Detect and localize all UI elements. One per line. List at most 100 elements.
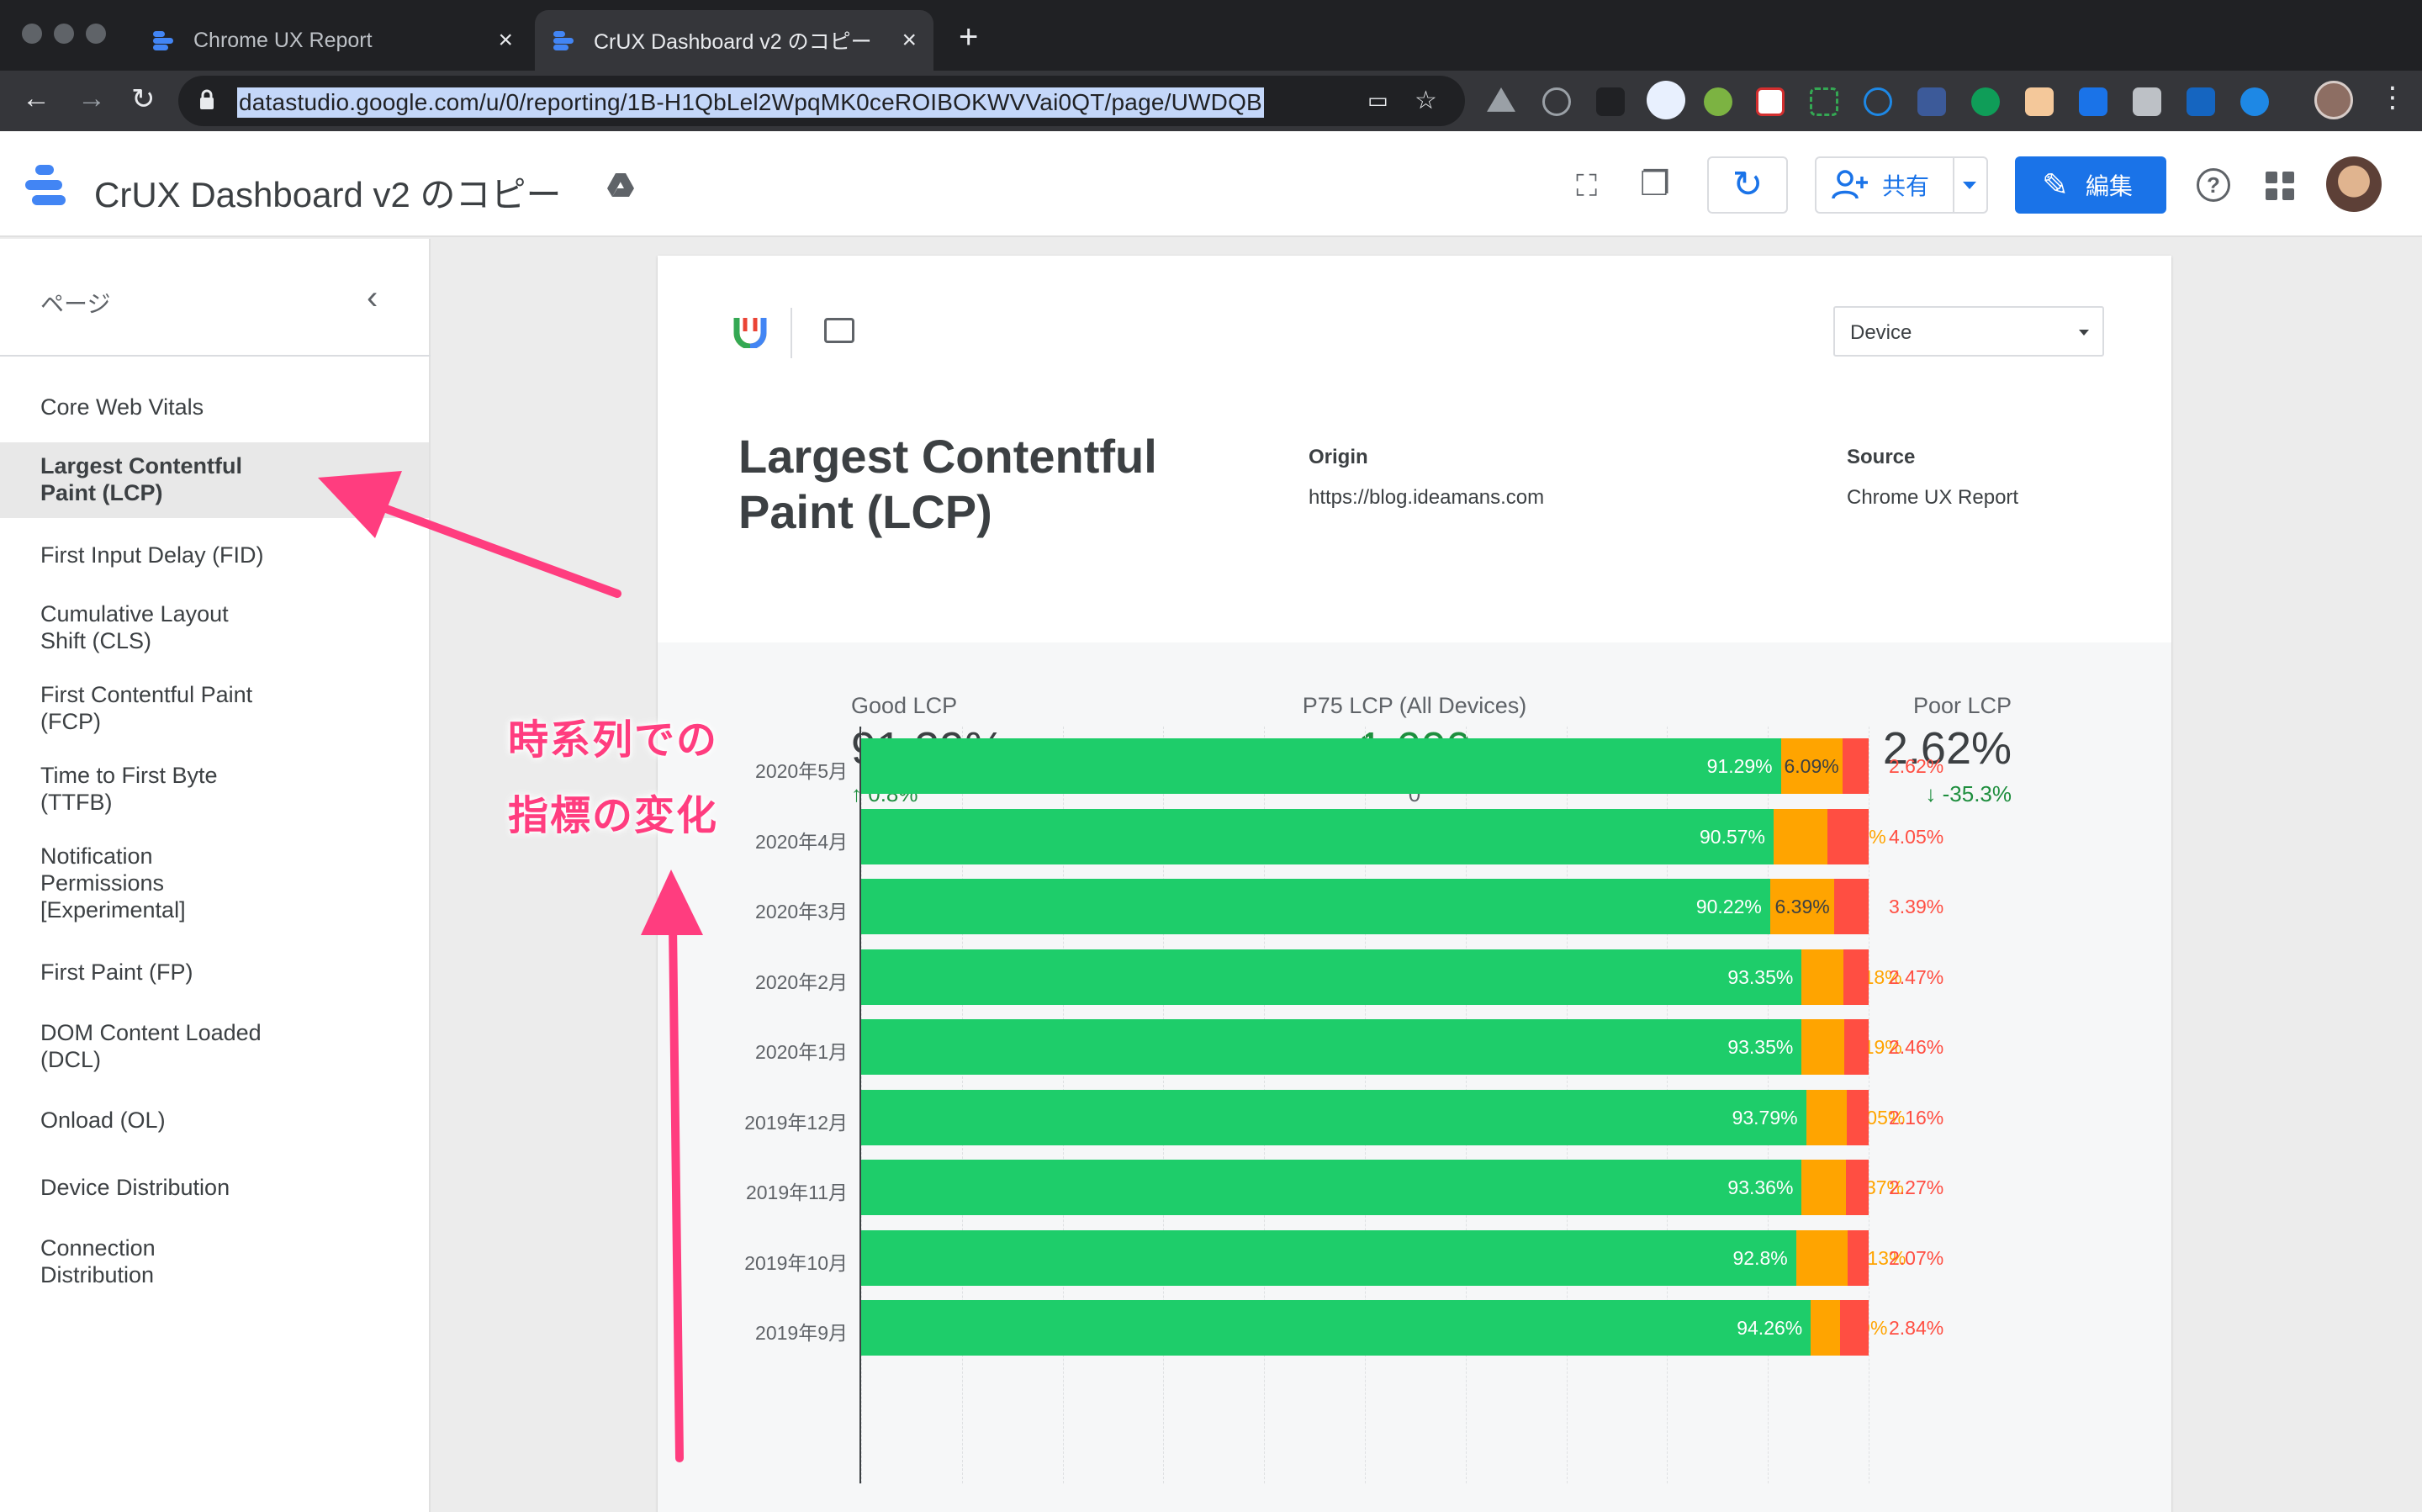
drive-extension-icon[interactable] (1487, 87, 1515, 112)
poor-segment[interactable] (1845, 1160, 1869, 1215)
puzzle-extension-icon[interactable] (1704, 87, 1732, 116)
good-segment[interactable] (861, 949, 1802, 1005)
pages-sidebar: ページ ‹ Core Web Vitals Largest Contentful… (0, 239, 431, 1512)
good-segment[interactable] (861, 808, 1774, 864)
sidebar-item-onload[interactable]: Onload (OL) (0, 1107, 429, 1137)
fullscreen-icon[interactable]: ⛶ (1576, 168, 1597, 204)
sidebar-item-cls[interactable]: Cumulative Layout Shift (CLS) (0, 600, 429, 659)
good-segment[interactable] (861, 1300, 1811, 1356)
help-icon[interactable]: ? (2197, 168, 2230, 202)
data-label: 91.29% (1706, 755, 1773, 777)
apps-grid-icon[interactable] (2266, 172, 2294, 200)
needs-improvement-segment[interactable] (1801, 949, 1844, 1005)
good-segment[interactable] (861, 1160, 1802, 1215)
sidebar-item-label: First Contentful Paint (FCP) (40, 682, 253, 734)
needs-improvement-segment[interactable] (1795, 1229, 1848, 1286)
sidebar-item-fcp[interactable]: First Contentful Paint (FCP) (0, 681, 429, 740)
browser-menu-icon[interactable]: ⋮ (2378, 81, 2407, 114)
data-studio-logo-icon[interactable] (25, 165, 72, 205)
poor-segment[interactable] (1847, 1089, 1869, 1145)
poor-segment[interactable] (1839, 1300, 1869, 1356)
drive-icon[interactable] (606, 172, 636, 198)
expand-icon[interactable] (824, 318, 854, 343)
refresh-data-button[interactable]: ↻ (1707, 156, 1788, 214)
ext-icon[interactable] (1596, 87, 1625, 116)
report-title[interactable]: CrUX Dashboard v2 のコピー (94, 167, 562, 218)
back-arrow-icon[interactable]: ← (22, 82, 50, 115)
needs-improvement-segment[interactable] (1774, 808, 1828, 864)
browser-profile-avatar[interactable] (2314, 81, 2353, 119)
poor-segment[interactable] (1827, 808, 1869, 864)
good-segment[interactable] (861, 1229, 1796, 1286)
info-extension-icon[interactable] (1542, 87, 1571, 116)
sidebar-item-core-web-vitals[interactable]: Core Web Vitals (0, 394, 429, 424)
cast-icon[interactable]: ▭ (1367, 87, 1388, 114)
blocked-extension-icon[interactable] (1756, 87, 1785, 116)
crux-logo-icon (733, 318, 767, 348)
poor-segment[interactable] (1834, 879, 1869, 934)
window-minimize-control[interactable] (54, 24, 74, 44)
browser-tab-chrome-ux-report[interactable]: Chrome UX Report × (135, 10, 530, 71)
kpi-label: Poor LCP (1912, 693, 2012, 718)
needs-improvement-segment[interactable] (1806, 1089, 1848, 1145)
sidebar-item-connection-distribution[interactable]: Connection Distribution (0, 1234, 429, 1293)
poor-segment[interactable] (1843, 1019, 1869, 1075)
sidebar-item-notification-permissions[interactable]: Notification Permissions [Experimental] (0, 843, 429, 928)
chevron-left-icon[interactable]: ‹ (367, 279, 378, 317)
window-extension-icon[interactable] (2079, 87, 2107, 116)
good-segment[interactable] (861, 879, 1770, 934)
good-segment[interactable] (861, 1089, 1806, 1145)
sidebar-item-dcl[interactable]: DOM Content Loaded (DCL) (0, 1019, 429, 1078)
user-avatar[interactable] (2326, 156, 2382, 212)
source-value: Chrome UX Report (1847, 486, 2019, 509)
face-extension-icon[interactable] (2025, 87, 2054, 116)
edit-button[interactable]: ✎ 編集 (2015, 156, 2166, 214)
bookmark-star-icon[interactable]: ☆ (1415, 86, 1437, 115)
copy-report-icon[interactable]: ❐ (1640, 165, 1670, 204)
needs-improvement-segment[interactable] (1801, 1160, 1846, 1215)
sidebar-item-lcp[interactable]: Largest Contentful Paint (LCP) (0, 442, 429, 518)
sidebar-item-ttfb[interactable]: Time to First Byte (TTFB) (0, 762, 429, 821)
window-zoom-control[interactable] (86, 24, 106, 44)
bird-extension-icon[interactable] (2240, 87, 2269, 116)
data-label: 2.62% (1889, 755, 1944, 777)
sidebar-item-label: Device Distribution (40, 1175, 230, 1200)
wappalyzer-extension-icon[interactable] (1647, 81, 1685, 119)
device-filter-select[interactable]: Device (1833, 306, 2104, 357)
sidebar-item-device-distribution[interactable]: Device Distribution (0, 1174, 429, 1204)
refresh-icon: ↻ (1732, 164, 1764, 205)
needs-improvement-segment[interactable] (1811, 1300, 1840, 1356)
reload-icon[interactable]: ↻ (131, 82, 156, 116)
new-tab-icon[interactable]: + (959, 19, 978, 56)
poor-segment[interactable] (1848, 1229, 1869, 1286)
browser-tab-crux-dashboard[interactable]: CrUX Dashboard v2 のコピー × (535, 10, 933, 71)
poor-segment[interactable] (1842, 738, 1869, 794)
video-extension-icon[interactable] (1917, 87, 1946, 116)
origin-label: Origin (1309, 446, 1368, 468)
sidebar-item-fid[interactable]: First Input Delay (FID) (0, 542, 429, 572)
share-button[interactable]: 共有 (1815, 156, 1988, 214)
window-close-control[interactable] (22, 24, 42, 44)
needs-improvement-segment[interactable] (1801, 1019, 1844, 1075)
sidebar-item-fp[interactable]: First Paint (FP) (0, 959, 429, 989)
poor-segment[interactable] (1843, 949, 1869, 1005)
share-dropdown-icon[interactable] (1963, 182, 1976, 189)
tool-extension-icon[interactable] (2133, 87, 2161, 116)
tab-close-icon[interactable]: × (498, 26, 513, 55)
category-label: 2020年4月 (755, 830, 848, 853)
tab-close-icon[interactable]: × (902, 26, 917, 55)
data-label: 93.35% (1727, 1036, 1794, 1058)
good-segment[interactable] (861, 1019, 1802, 1075)
good-segment[interactable] (861, 738, 1781, 794)
data-label: 93.79% (1732, 1106, 1798, 1129)
lighthouse-extension-icon[interactable] (1864, 87, 1892, 116)
b-extension-icon[interactable] (2187, 87, 2215, 116)
data-label: 92.8% (1732, 1246, 1788, 1269)
url-text[interactable]: datastudio.google.com/u/0/reporting/1B-H… (237, 87, 1264, 118)
sidebar-item-label: Notification Permissions [Experimental] (40, 843, 186, 923)
address-bar[interactable]: datastudio.google.com/u/0/reporting/1B-H… (178, 76, 1465, 126)
screenshot-extension-icon[interactable] (1810, 87, 1838, 116)
chat-extension-icon[interactable] (1971, 87, 2000, 116)
forward-arrow-icon[interactable]: → (77, 82, 106, 115)
sidebar-item-label: First Paint (FP) (40, 960, 193, 985)
